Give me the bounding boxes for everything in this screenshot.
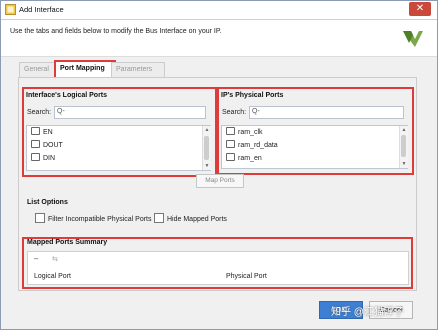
- filter-incompatible-label: Filter Incompatible Physical Ports: [48, 215, 152, 223]
- physical-port-label: ram_en: [238, 155, 262, 162]
- physical-scrollbar[interactable]: ▲ ▼: [399, 126, 408, 168]
- scroll-down-icon[interactable]: ▼: [203, 162, 211, 170]
- vivado-logo-icon: [403, 31, 423, 47]
- close-button[interactable]: ✕: [409, 2, 431, 16]
- logical-ports-title: Interface's Logical Ports: [26, 92, 108, 99]
- checkbox-icon[interactable]: [154, 213, 164, 223]
- list-item[interactable]: DIN: [31, 153, 55, 165]
- port-icon: [31, 127, 40, 136]
- physical-search-label: Search:: [222, 109, 247, 116]
- physical-ports-panel: IP's Physical Ports Search: Q- ram_clk r…: [217, 87, 414, 175]
- port-icon: [226, 140, 235, 149]
- watermark: 知乎 @江猫淳子: [331, 307, 404, 318]
- hide-mapped-checkbox[interactable]: Hide Mapped Ports: [154, 213, 227, 224]
- scroll-up-icon[interactable]: ▲: [203, 126, 211, 134]
- logical-port-label: DIN: [43, 155, 56, 162]
- summary-table[interactable]: ━ ⇆ Logical Port Physical Port: [27, 251, 409, 285]
- port-icon: [226, 127, 235, 136]
- logical-search-label: Search:: [27, 109, 52, 116]
- port-icon: [226, 153, 235, 162]
- list-item[interactable]: EN: [31, 127, 53, 139]
- port-icon: [31, 153, 40, 162]
- scroll-down-icon[interactable]: ▼: [400, 160, 408, 168]
- physical-search-placeholder: Q-: [252, 108, 260, 115]
- logical-search-placeholder: Q-: [57, 108, 65, 115]
- mapped-ports-summary: Mapped Ports Summary ━ ⇆ Logical Port Ph…: [22, 237, 413, 289]
- list-item[interactable]: DOUT: [31, 140, 63, 152]
- list-item[interactable]: ram_rd_data: [226, 140, 278, 152]
- tab-general[interactable]: General: [19, 62, 57, 77]
- logical-port-label: EN: [43, 129, 53, 136]
- header-description: Use the tabs and fields below to modify …: [10, 28, 222, 35]
- summary-title: Mapped Ports Summary: [27, 239, 108, 246]
- map-ports-button[interactable]: Map Ports: [196, 174, 244, 188]
- logical-ports-list[interactable]: EN DOUT DIN ▲ ▼: [26, 125, 211, 171]
- filter-incompatible-checkbox[interactable]: Filter Incompatible Physical Ports: [35, 213, 152, 224]
- scroll-thumb[interactable]: [204, 136, 209, 160]
- logical-scrollbar[interactable]: ▲ ▼: [202, 126, 211, 170]
- hide-mapped-label: Hide Mapped Ports: [167, 215, 227, 223]
- auto-map-icon[interactable]: ⇆: [52, 255, 61, 263]
- add-interface-dialog: Add Interface ✕ Use the tabs and fields …: [0, 0, 438, 330]
- remove-mapping-icon[interactable]: ━: [34, 255, 43, 263]
- list-options-title: List Options: [27, 199, 68, 206]
- physical-port-label: ram_rd_data: [238, 142, 278, 149]
- column-logical-port[interactable]: Logical Port: [34, 273, 71, 280]
- checkbox-icon[interactable]: [35, 213, 45, 223]
- scroll-thumb[interactable]: [401, 135, 406, 157]
- app-icon: [5, 4, 16, 15]
- title-bar: Add Interface ✕: [1, 1, 437, 20]
- scroll-up-icon[interactable]: ▲: [400, 126, 408, 134]
- window-title: Add Interface: [19, 5, 64, 14]
- physical-ports-list[interactable]: ram_clk ram_rd_data ram_en ▲ ▼: [221, 125, 408, 169]
- list-item[interactable]: ram_clk: [226, 127, 263, 139]
- column-physical-port[interactable]: Physical Port: [226, 273, 267, 280]
- logical-ports-panel: Interface's Logical Ports Search: Q- EN …: [22, 87, 217, 177]
- logical-port-label: DOUT: [43, 142, 63, 149]
- port-icon: [31, 140, 40, 149]
- physical-ports-title: IP's Physical Ports: [221, 92, 284, 99]
- tab-parameters[interactable]: Parameters: [111, 62, 165, 77]
- physical-port-label: ram_clk: [238, 129, 263, 136]
- list-item[interactable]: ram_en: [226, 153, 262, 165]
- dialog-header: Use the tabs and fields below to modify …: [1, 20, 437, 57]
- physical-search-input[interactable]: Q-: [249, 106, 404, 119]
- logical-search-input[interactable]: Q-: [54, 106, 206, 119]
